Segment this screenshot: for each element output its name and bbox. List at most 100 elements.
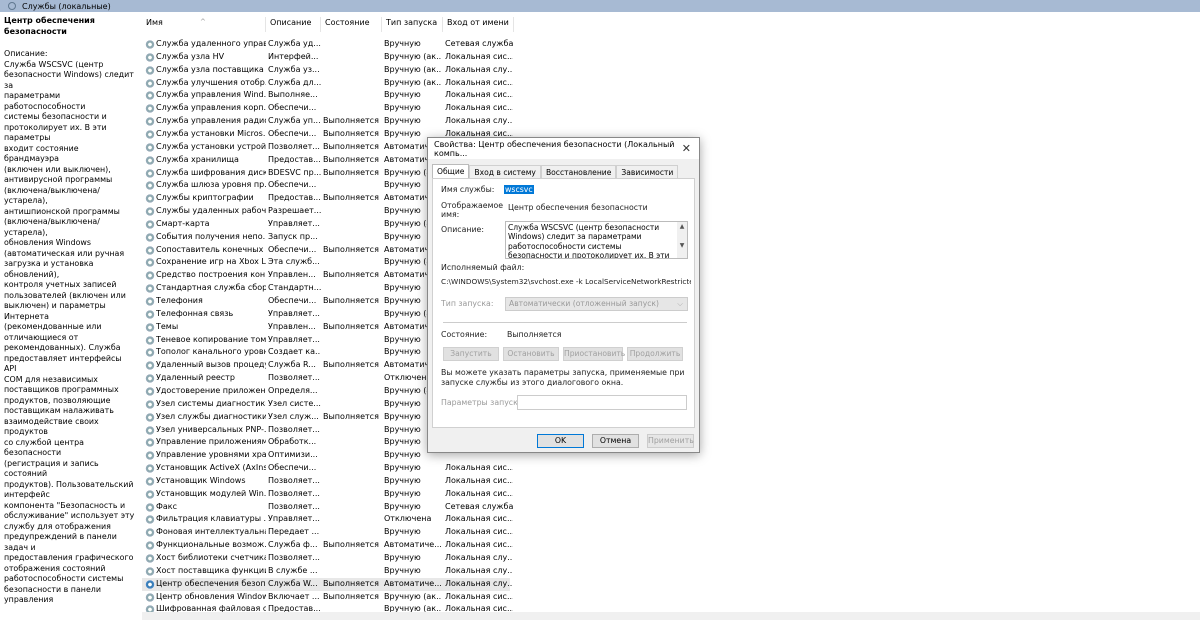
status-label: Состояние:	[441, 330, 488, 339]
service-name: Установщик Windows	[156, 475, 246, 485]
table-row[interactable]: Функциональные возмож... Служба ф... Выпол…	[142, 539, 513, 552]
table-row[interactable]: Центр обновления Windows Включает ... Выпо…	[142, 591, 513, 604]
service-name: Темы	[156, 321, 179, 331]
horizontal-scrollbar[interactable]	[142, 612, 1200, 620]
startup-type-select[interactable]: Автоматически (отложенный запуск) ⌵	[505, 297, 688, 311]
description-scrollbar[interactable]: ▲ ▼	[677, 222, 687, 258]
gear-icon	[145, 476, 155, 486]
column-header-startup-type[interactable]: Тип запуска	[382, 17, 443, 32]
service-description: Служба R...	[268, 360, 316, 370]
service-name: Телефония	[156, 296, 203, 305]
ok-button[interactable]: OK	[537, 434, 584, 448]
dialog-title: Свойства: Центр обеспечения безопасности…	[434, 139, 675, 158]
table-row[interactable]: Служба узла HV Интерфей... Вручную (ак... Л…	[142, 51, 513, 64]
service-status: Выполняется	[323, 360, 379, 370]
start-params-hint: Вы можете указать параметры запуска, при…	[441, 368, 685, 387]
service-logon: Локальная слу...	[445, 578, 513, 588]
column-header-description[interactable]: Описание	[266, 17, 321, 32]
gear-icon	[145, 155, 155, 165]
table-row[interactable]: Фильтрация клавиатуры ... Управляет... Отк…	[142, 513, 513, 526]
service-logon: Локальная сис...	[445, 51, 513, 61]
service-startup-type: Вручную	[384, 475, 421, 485]
display-name-value: Центр обеспечения безопасности	[508, 203, 648, 212]
gear-icon	[145, 284, 155, 294]
pause-button[interactable]: Приостановить	[563, 347, 625, 361]
service-logon: Локальная слу...	[445, 565, 513, 575]
service-description: Эта служб...	[268, 257, 320, 267]
column-header-status[interactable]: Состояние	[321, 17, 382, 32]
tab-dependencies[interactable]: Зависимости	[616, 165, 679, 178]
service-logon: Локальная слу...	[445, 553, 513, 562]
service-logon: Локальная сис...	[445, 488, 513, 498]
gear-icon	[145, 117, 155, 127]
table-row[interactable]: Центр обеспечения безоп... Служба W... Вып…	[142, 577, 513, 591]
tab-general[interactable]: Общие	[432, 164, 470, 179]
gear-icon	[145, 52, 155, 62]
service-startup-type: Вручную (ак...	[384, 591, 442, 601]
service-description: Позволяет...	[268, 488, 320, 498]
apply-button[interactable]: Применить	[647, 434, 694, 448]
service-name: Служба узла HV	[156, 51, 225, 61]
service-description: Служба уз...	[268, 64, 320, 74]
service-name: Служба шлюза уровня пр...	[156, 180, 266, 190]
service-name: Сохранение игр на Xbox Li...	[156, 257, 266, 267]
service-name: Функциональные возмож...	[156, 540, 266, 550]
service-status: Выполняется	[323, 411, 379, 421]
exe-label: Исполняемый файл:	[441, 263, 525, 272]
service-description: Выполняе...	[268, 90, 318, 100]
service-startup-type: Вручную	[384, 553, 421, 562]
resume-button[interactable]: Продолжить	[627, 347, 683, 361]
gear-icon	[145, 515, 155, 525]
table-row[interactable]: Установщик ActiveX (AxIns... Обеспечи... В…	[142, 462, 513, 475]
column-header-name[interactable]: Имя ^	[142, 17, 266, 32]
selected-service-title: Центр обеспечения безопасности	[4, 16, 95, 36]
start-button[interactable]: Запустить	[443, 347, 499, 361]
table-row[interactable]: Служба управления радио Служба уп... Выпол…	[142, 115, 513, 128]
table-row[interactable]: Служба управления корп... Обеспечи... Вруч…	[142, 102, 513, 115]
gear-icon	[145, 271, 155, 281]
column-header-logon-as[interactable]: Вход от имени	[443, 17, 514, 32]
service-startup-type: Отключена	[384, 514, 432, 524]
table-row[interactable]: Факс Позволяет... Вручную Сетевая служба	[142, 501, 513, 514]
table-row[interactable]: Установщик Windows Позволяет... Вручную Лок…	[142, 475, 513, 488]
service-name-value[interactable]: wscsvc	[504, 185, 534, 194]
service-name: Служба управления радио	[156, 116, 266, 126]
table-row[interactable]: Хост библиотеки счетчика... Позволяет... В…	[142, 552, 513, 565]
tab-logon[interactable]: Вход в систему	[469, 165, 541, 178]
table-row[interactable]: Служба улучшения отобр... Служба дл... Вру…	[142, 77, 513, 90]
gear-icon	[145, 309, 155, 319]
tab-recovery[interactable]: Восстановление	[540, 165, 617, 178]
close-icon[interactable]: ✕	[682, 142, 691, 155]
service-description: Управлен...	[268, 270, 316, 280]
service-logon: Локальная сис...	[445, 475, 513, 485]
service-description: Обеспечи...	[268, 103, 317, 113]
service-status: Выполняется	[323, 540, 379, 550]
service-description: В службе ...	[268, 565, 318, 575]
gear-icon	[145, 181, 155, 191]
service-name: Хост библиотеки счетчика...	[156, 553, 266, 562]
table-row[interactable]: Установщик модулей Win... Позволяет... Вру…	[142, 488, 513, 501]
table-row[interactable]: Фоновая интеллектуальна... Передает ... Вр…	[142, 526, 513, 539]
table-row[interactable]: Хост поставщика функции... В службе ... Вр…	[142, 565, 513, 578]
table-row[interactable]: Служба управления Wind... Выполняе... Вруч…	[142, 89, 513, 102]
description-textarea[interactable]: Служба WSCSVC (центр безопасности Window…	[505, 221, 688, 259]
service-description: Позволяет...	[268, 475, 320, 485]
stop-button[interactable]: Остановить	[503, 347, 559, 361]
service-name: События получения непо...	[156, 231, 266, 241]
service-description: Служба ф...	[268, 540, 318, 550]
service-description: Обработк...	[268, 437, 317, 447]
service-description: Служба дл...	[268, 77, 321, 87]
table-row[interactable]: Служба узла поставщика ... Служба уз... Вр…	[142, 64, 513, 77]
gear-icon	[145, 541, 155, 551]
gear-icon	[145, 104, 155, 114]
start-params-input[interactable]	[517, 395, 687, 410]
service-logon: Сетевая служба	[445, 501, 513, 511]
exe-path: C:\WINDOWS\System32\svchost.exe -k Local…	[441, 277, 691, 286]
service-description: Служба уд...	[268, 39, 321, 48]
service-status: Выполняется	[323, 116, 379, 126]
service-name: Служба управления корп...	[156, 103, 266, 113]
table-row[interactable]: Служба удаленного управ... Служба уд... Вр…	[142, 38, 513, 51]
cancel-button[interactable]: Отмена	[592, 434, 639, 448]
gear-icon	[145, 219, 155, 229]
service-startup-type: Вручную (ак...	[384, 77, 442, 87]
